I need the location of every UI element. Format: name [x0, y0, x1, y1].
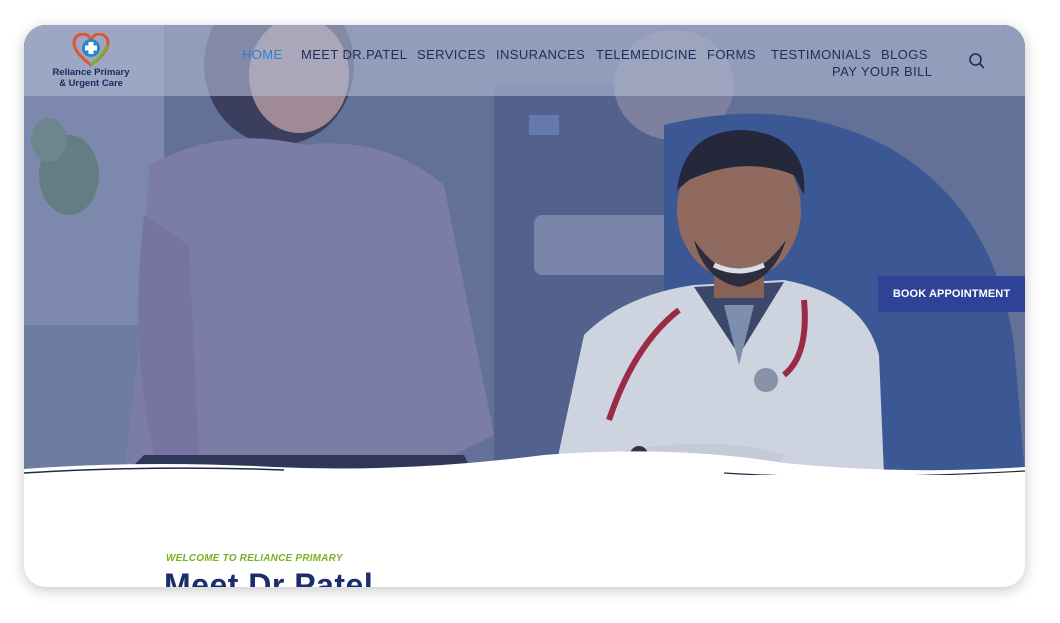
hero-wave-divider [24, 451, 1025, 475]
nav-insurances[interactable]: INSURANCES [496, 47, 585, 62]
welcome-eyebrow: WELCOME TO RELIANCE PRIMARY [166, 553, 343, 564]
nav-services[interactable]: SERVICES [417, 47, 486, 62]
search-icon[interactable] [968, 52, 986, 70]
brand-name-line2: & Urgent Care [59, 78, 123, 89]
heart-cross-logo-icon [72, 33, 110, 67]
book-appointment-button[interactable]: BOOK APPOINTMENT [878, 276, 1025, 312]
hero-section: Reliance Primary & Urgent Care HOME MEET… [24, 25, 1025, 475]
nav-testimonials[interactable]: TESTIMONIALS [771, 47, 871, 62]
nav-telemedicine[interactable]: TELEMEDICINE [596, 47, 697, 62]
nav-meet-dr-patel[interactable]: MEET DR.PATEL [301, 47, 407, 62]
site-logo[interactable]: Reliance Primary & Urgent Care [46, 33, 136, 89]
nav-blogs[interactable]: BLOGS [881, 47, 928, 62]
nav-pay-your-bill[interactable]: PAY YOUR BILL [832, 64, 932, 79]
browser-frame: Reliance Primary & Urgent Care HOME MEET… [24, 25, 1025, 587]
nav-forms[interactable]: FORMS [707, 47, 756, 62]
site-header: Reliance Primary & Urgent Care HOME MEET… [24, 25, 1025, 96]
intro-heading: Meet Dr Patel [164, 567, 374, 587]
brand-name-line1: Reliance Primary [52, 67, 130, 78]
nav-home[interactable]: HOME [242, 47, 283, 62]
